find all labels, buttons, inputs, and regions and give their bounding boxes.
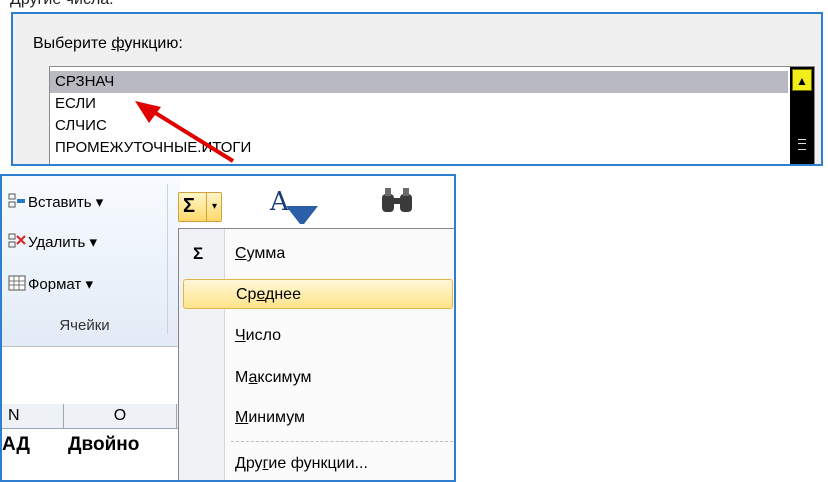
menu-item-label: Среднее [236,286,301,303]
menu-item-count[interactable]: Число [183,321,453,351]
menu-item-max[interactable]: Максимум [183,363,453,393]
autosum-button[interactable]: Σ ▾ [178,192,222,222]
cell-n[interactable]: АД [2,434,30,456]
cell-o[interactable]: Двойно [68,434,139,456]
chevron-down-icon: ▾ [95,194,104,211]
format-cells-icon [8,274,26,291]
insert-button[interactable]: Вставить ▾ [8,190,103,216]
column-header-n[interactable]: N [2,404,64,428]
function-item-average[interactable]: СРЗНАЧ [50,71,788,93]
function-list-scrollbar[interactable]: ▲ [790,67,814,164]
sort-filter-icon[interactable]: A [266,184,320,230]
autosum-menu: Σ Сумма Среднее Число Максимум Минимум Д… [178,228,454,480]
scroll-grip-icon[interactable] [798,139,806,150]
format-button[interactable]: Формат ▾ [8,272,93,298]
ribbon-panel: Вставить ▾ Удалить ▾ Формат ▾ Ячейки Σ ▾… [0,174,456,482]
cells-group-title: Ячейки [59,317,110,334]
delete-cells-icon [8,232,26,248]
svg-text:A: A [269,187,290,217]
menu-item-sum[interactable]: Σ Сумма [183,239,453,269]
cells-group: Вставить ▾ Удалить ▾ Формат ▾ Ячейки [2,176,180,346]
insert-cells-icon [8,192,26,208]
sigma-icon: Σ [193,244,204,263]
menu-item-label: Максимум [235,369,312,386]
column-header-o[interactable]: O [64,404,177,428]
function-picker-panel: Выберите функцию: СРЗНАЧ ЕСЛИ СЛЧИС ПРОМ… [11,12,823,166]
menu-item-label: Другие функции... [235,455,368,472]
menu-item-label: Сумма [235,245,286,262]
chevron-down-icon[interactable]: ▾ [206,193,222,221]
format-label: Формат [28,276,82,293]
menu-item-label: Минимум [235,409,306,426]
find-icon[interactable] [378,186,418,222]
chevron-down-icon: ▾ [85,276,93,293]
label-text-before: Выберите [33,35,112,52]
chevron-down-icon: ▾ [89,234,97,251]
delete-button[interactable]: Удалить ▾ [8,230,97,256]
top-caption: Другие числа: [10,0,114,9]
menu-item-more-functions[interactable]: Другие функции... [183,449,453,479]
menu-item-min[interactable]: Минимум [183,403,453,433]
menu-separator [231,441,453,442]
function-picker-label: Выберите функцию: [33,35,183,53]
label-text-after: ункцию: [124,35,183,52]
menu-item-label: Число [235,327,282,344]
group-divider [167,184,168,334]
insert-label: Вставить [28,194,92,211]
menu-item-average[interactable]: Среднее [183,279,453,309]
label-text-accesskey: ф [111,35,125,52]
cell-highlight-strip [454,412,456,482]
red-arrow-icon [135,101,235,163]
chevron-up-icon[interactable]: ▲ [792,69,812,91]
sigma-icon: Σ [183,195,196,217]
delete-label: Удалить [28,234,86,251]
